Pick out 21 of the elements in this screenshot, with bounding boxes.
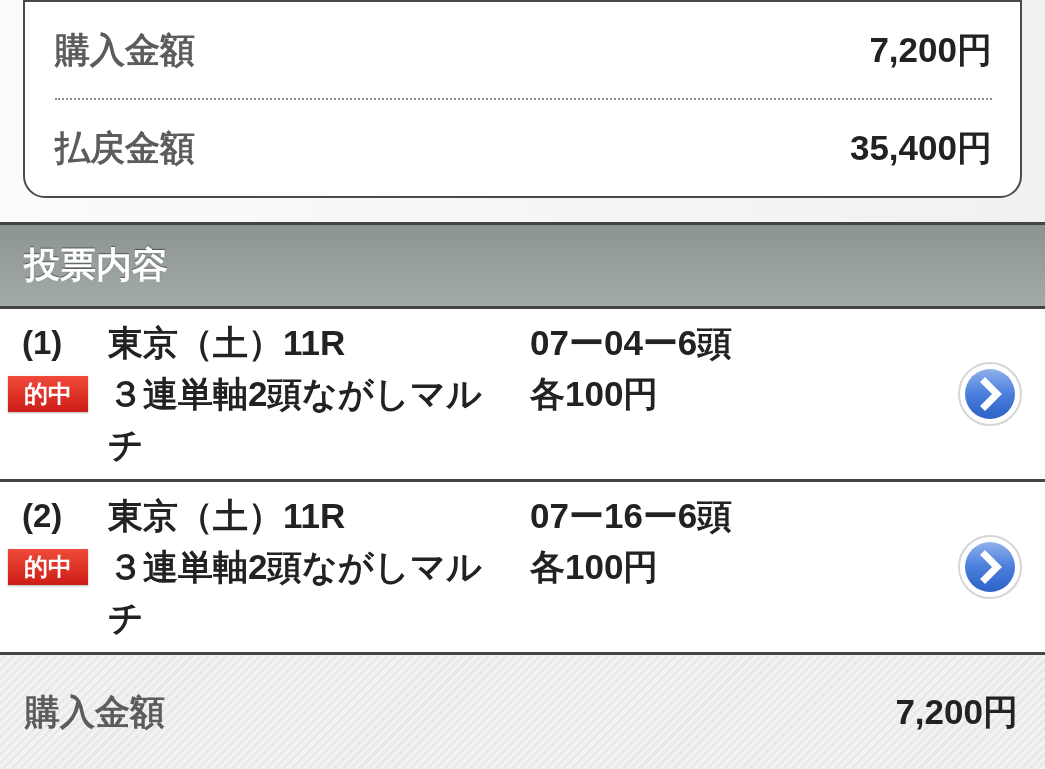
chevron-right-icon[interactable] xyxy=(958,362,1022,426)
bet-number: (2) xyxy=(22,496,64,536)
summary-label: 購入金額 xyxy=(55,28,195,71)
bet-number: (1) xyxy=(22,323,64,363)
chevron-right-icon[interactable] xyxy=(958,535,1022,599)
summary-label: 払戻金額 xyxy=(55,126,195,169)
bet-combination: 07ー16ー6頭 xyxy=(530,495,734,537)
bet-amount: 各100円 xyxy=(530,546,660,588)
bet-type: ３連単軸2頭ながしマルチ xyxy=(108,373,484,466)
bet-amount: 各100円 xyxy=(530,373,660,415)
footer-value: 7,200円 xyxy=(895,690,1018,733)
race-name: 東京（土）11R xyxy=(108,495,347,537)
footer-label: 購入金額 xyxy=(25,690,165,733)
bet-type: ３連単軸2頭ながしマルチ xyxy=(108,546,484,639)
summary-value: 7,200円 xyxy=(869,28,992,71)
bet-combination: 07ー04ー6頭 xyxy=(530,322,734,364)
race-name: 東京（土）11R xyxy=(108,322,347,364)
section-title: 投票内容 xyxy=(24,243,168,287)
hit-badge: 的中 xyxy=(8,376,88,412)
hit-badge: 的中 xyxy=(8,549,88,585)
summary-value: 35,400円 xyxy=(849,126,992,169)
